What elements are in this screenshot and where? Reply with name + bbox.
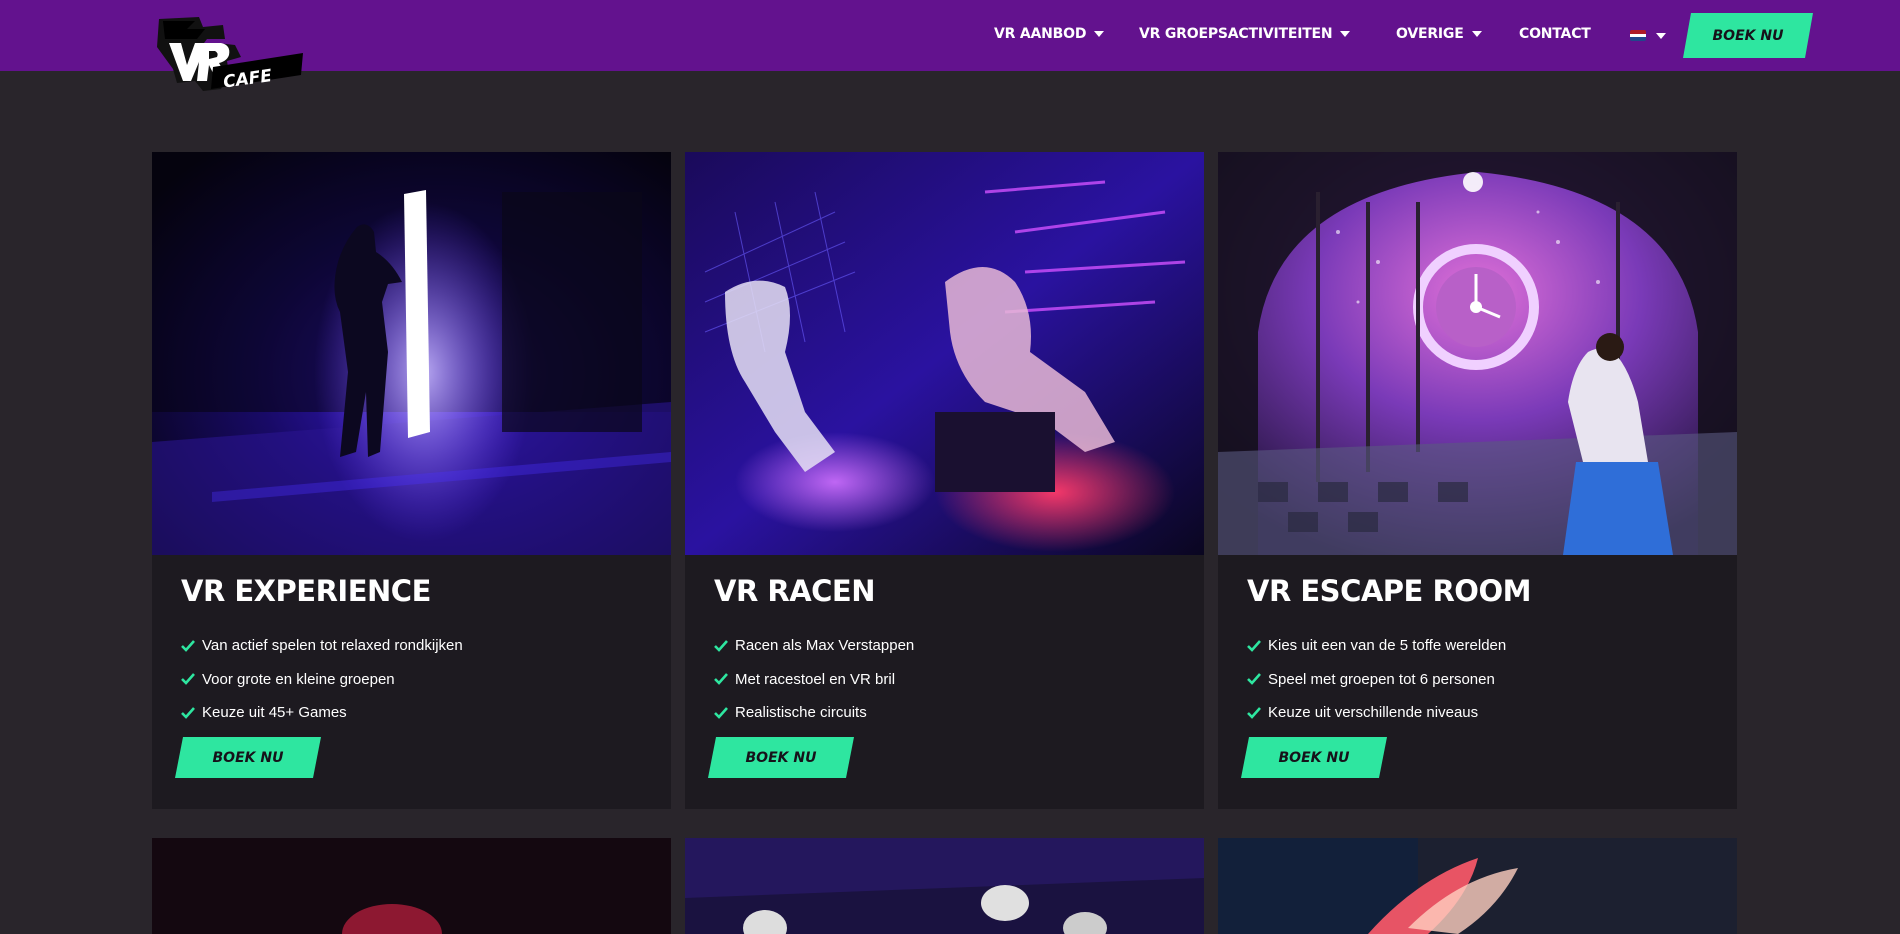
check-icon bbox=[1247, 673, 1261, 686]
boek-nu-button[interactable]: BOEK NU bbox=[1241, 737, 1387, 778]
feature-list: Racen als Max Verstappen Met racestoel e… bbox=[714, 629, 914, 730]
nav-vr-aanbod-label: VR AANBOD bbox=[994, 26, 1087, 42]
netherlands-flag-icon[interactable] bbox=[1630, 30, 1646, 41]
card-row2-2-photo[interactable] bbox=[685, 838, 1204, 934]
card-title: VR RACEN bbox=[714, 574, 876, 608]
card-vr-racen: VR RACEN Racen als Max Verstappen Met ra… bbox=[685, 152, 1204, 809]
chevron-down-icon bbox=[1471, 31, 1482, 37]
feature-item: Realistische circuits bbox=[714, 696, 914, 730]
feature-text: Racen als Max Verstappen bbox=[735, 637, 915, 655]
feature-item: Keuze uit 45+ Games bbox=[181, 696, 463, 730]
vr-cafe-logo[interactable]: CAFE bbox=[157, 17, 305, 103]
nav-overige-label: OVERIGE bbox=[1396, 26, 1464, 42]
chevron-down-icon bbox=[1340, 31, 1351, 37]
nav-contact-label: CONTACT bbox=[1519, 26, 1591, 42]
feature-text: Voor grote en kleine groepen bbox=[202, 670, 395, 688]
nav-vr-groepsactiviteiten[interactable]: VR GROEPSACTIVITEITEN bbox=[1139, 26, 1351, 42]
feature-text: Keuze uit verschillende niveaus bbox=[1268, 704, 1479, 722]
vr-racen-photo[interactable] bbox=[685, 152, 1204, 555]
feature-text: Keuze uit 45+ Games bbox=[202, 704, 347, 722]
check-icon bbox=[714, 706, 728, 719]
card-vr-escape-room: VR ESCAPE ROOM Kies uit een van de 5 tof… bbox=[1218, 152, 1737, 809]
check-icon bbox=[1247, 706, 1261, 719]
check-icon bbox=[181, 673, 195, 686]
feature-item: Van actief spelen tot relaxed rondkijken bbox=[181, 629, 463, 663]
check-icon bbox=[714, 673, 728, 686]
check-icon bbox=[181, 639, 195, 652]
language-chevron-down-icon[interactable] bbox=[1656, 33, 1666, 39]
nav-overige[interactable]: OVERIGE bbox=[1396, 26, 1482, 42]
check-icon bbox=[181, 706, 195, 719]
check-icon bbox=[1247, 639, 1261, 652]
feature-list: Kies uit een van de 5 toffe werelden Spe… bbox=[1247, 629, 1506, 730]
feature-text: Van actief spelen tot relaxed rondkijken bbox=[202, 637, 463, 655]
feature-text: Met racestoel en VR bril bbox=[735, 670, 896, 688]
feature-text: Speel met groepen tot 6 personen bbox=[1268, 670, 1495, 688]
card-row2-1-photo[interactable] bbox=[152, 838, 671, 934]
feature-item: Racen als Max Verstappen bbox=[714, 629, 914, 663]
boek-nu-button[interactable]: BOEK NU bbox=[708, 737, 854, 778]
feature-text: Realistische circuits bbox=[735, 704, 867, 722]
feature-list: Van actief spelen tot relaxed rondkijken… bbox=[181, 629, 463, 730]
vr-experience-photo[interactable] bbox=[152, 152, 671, 555]
card-vr-experience: VR EXPERIENCE Van actief spelen tot rela… bbox=[152, 152, 671, 809]
nav-vr-groepsactiviteiten-label: VR GROEPSACTIVITEITEN bbox=[1139, 26, 1333, 42]
check-icon bbox=[714, 639, 728, 652]
feature-item: Speel met groepen tot 6 personen bbox=[1247, 663, 1506, 697]
feature-item: Voor grote en kleine groepen bbox=[181, 663, 463, 697]
feature-text: Kies uit een van de 5 toffe werelden bbox=[1268, 637, 1507, 655]
chevron-down-icon bbox=[1094, 31, 1105, 37]
header-boek-nu-button[interactable]: BOEK NU bbox=[1683, 13, 1813, 58]
vr-escape-room-photo[interactable] bbox=[1218, 152, 1737, 555]
card-row2-3-photo[interactable] bbox=[1218, 838, 1737, 934]
card-title: VR EXPERIENCE bbox=[181, 574, 431, 608]
nav-vr-aanbod[interactable]: VR AANBOD bbox=[994, 26, 1105, 42]
feature-item: Met racestoel en VR bril bbox=[714, 663, 914, 697]
feature-item: Keuze uit verschillende niveaus bbox=[1247, 696, 1506, 730]
nav-contact[interactable]: CONTACT bbox=[1519, 26, 1591, 42]
card-title: VR ESCAPE ROOM bbox=[1247, 574, 1531, 608]
boek-nu-button[interactable]: BOEK NU bbox=[175, 737, 321, 778]
feature-item: Kies uit een van de 5 toffe werelden bbox=[1247, 629, 1506, 663]
